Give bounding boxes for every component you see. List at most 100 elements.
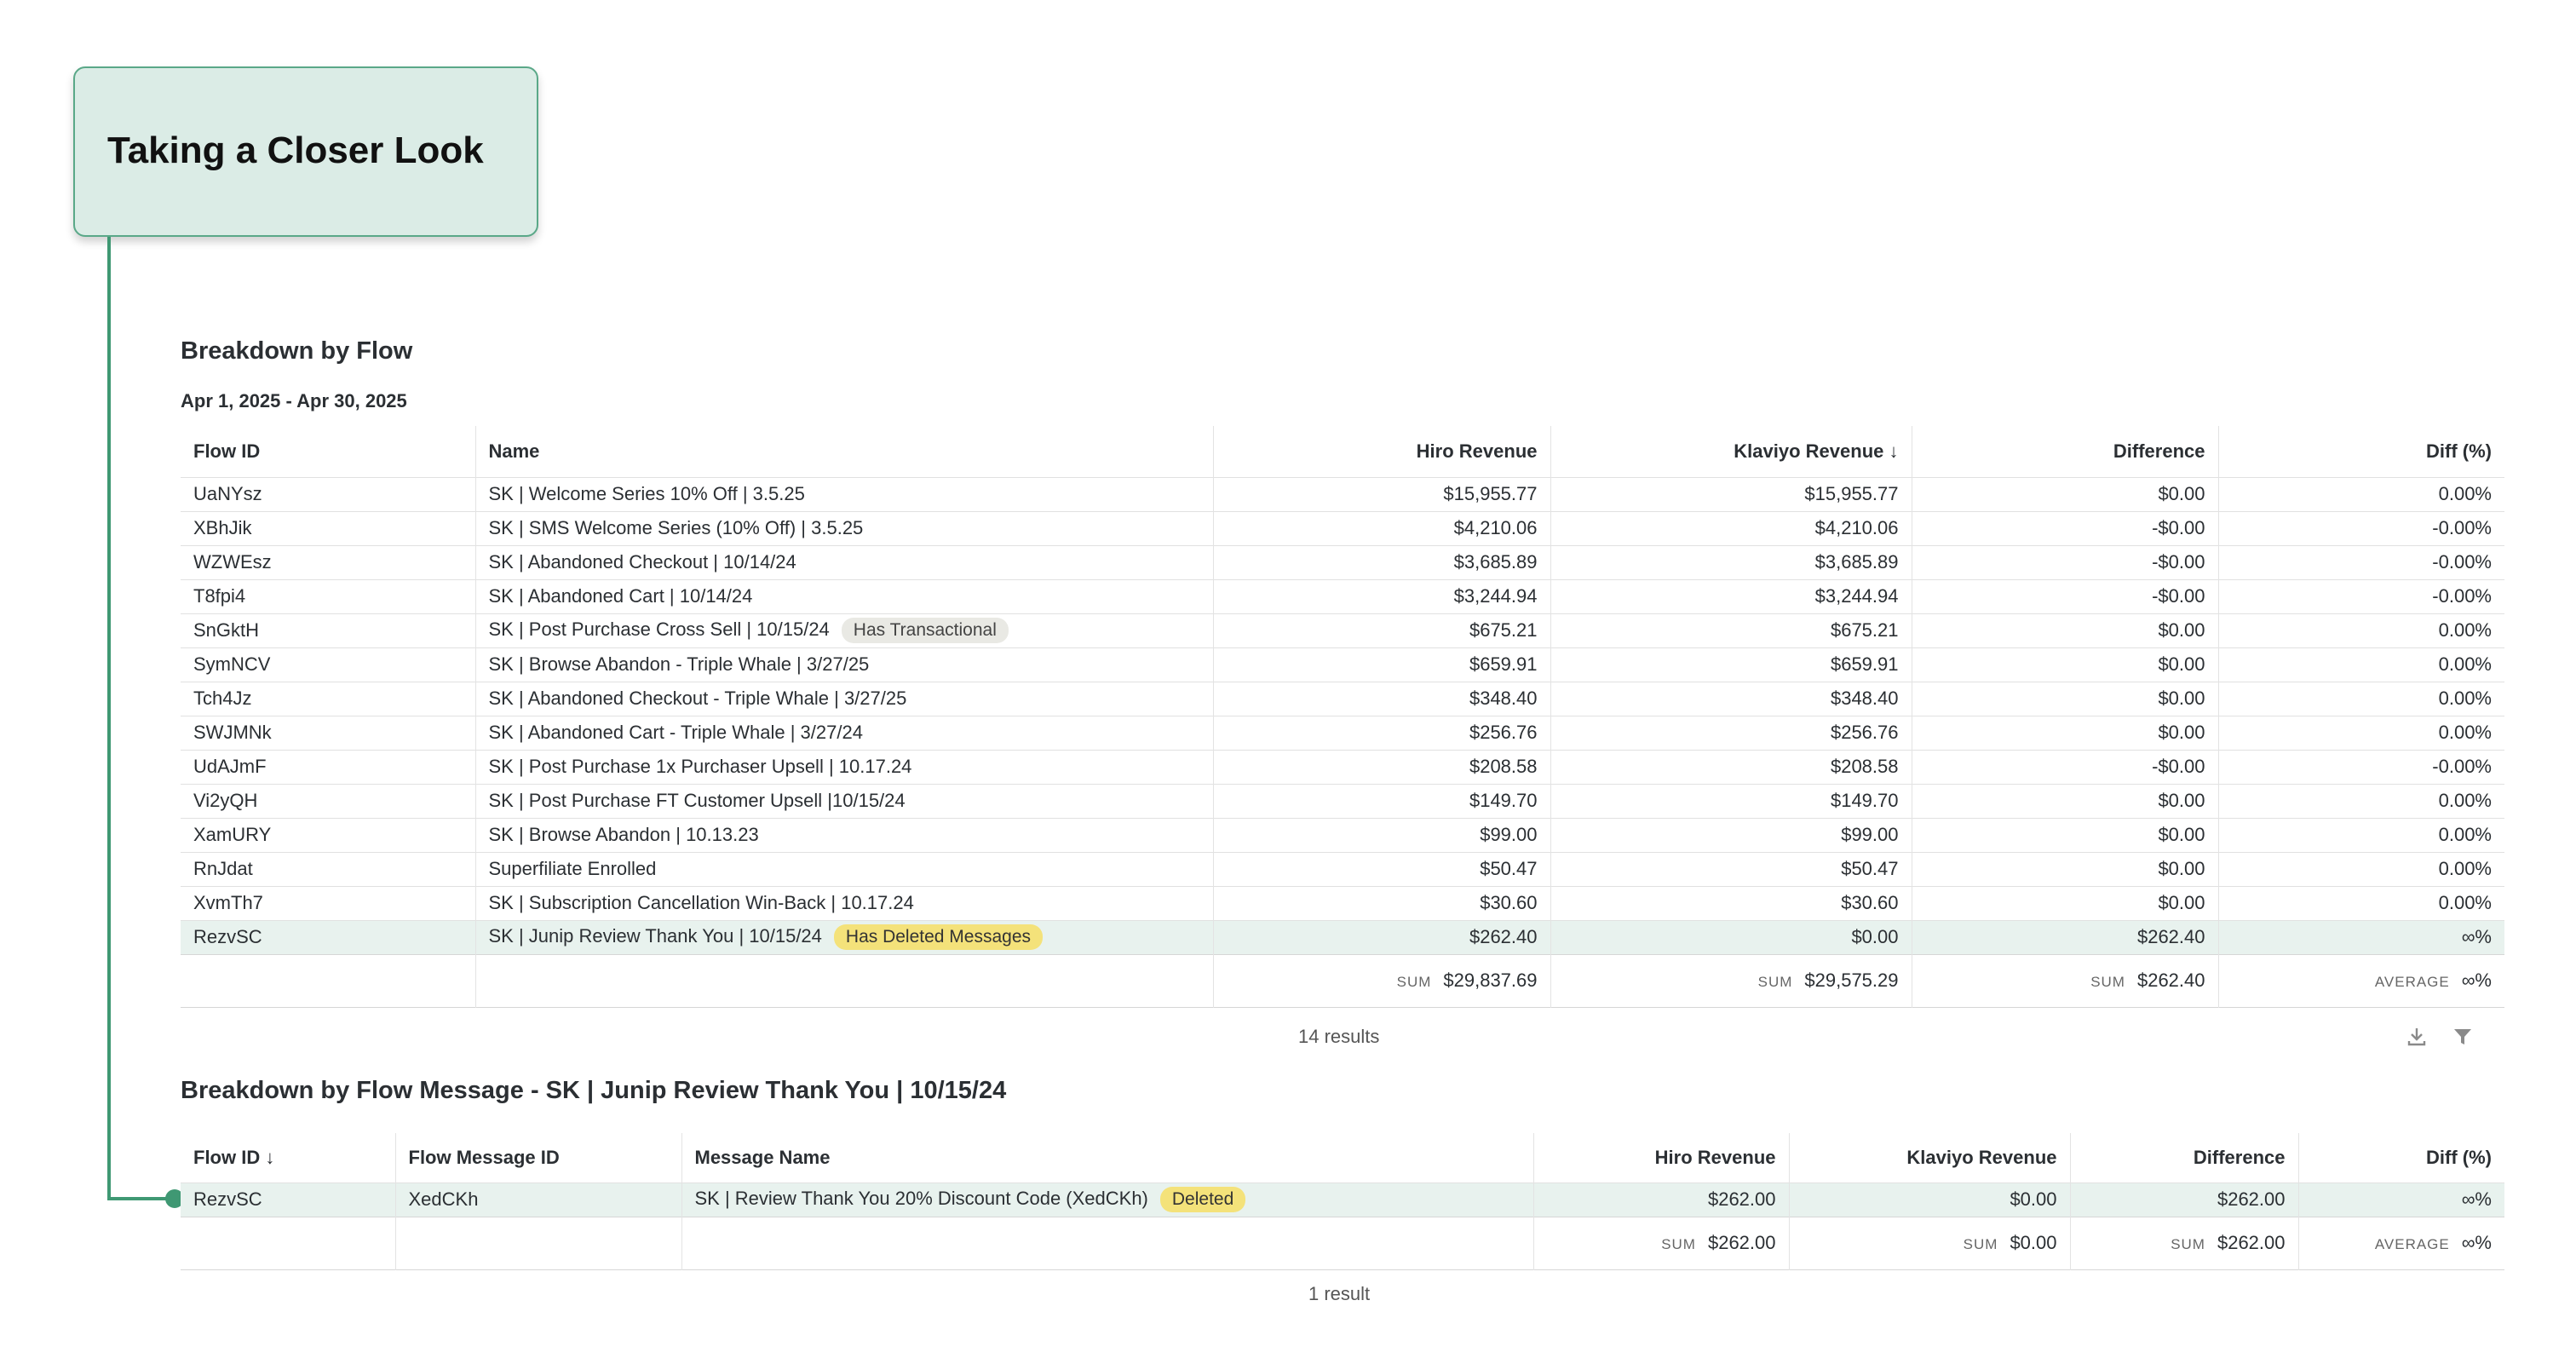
cell-klaviyo-revenue: $348.40 [1550,682,1912,716]
flow-breakdown-table: Flow ID Name Hiro Revenue Klaviyo Revenu… [181,426,2504,1008]
col-header-name[interactable]: Name [474,426,1213,477]
table-row[interactable]: XBhJik SK | SMS Welcome Series (10% Off) … [181,511,2504,545]
cell-diff-pct: 0.00% [2217,818,2504,852]
col-header-flow-id-label: Flow ID [193,1146,261,1168]
cell-flow-id: T8fpi4 [193,585,246,607]
col-header-diff-pct[interactable]: Diff (%) [2217,426,2504,477]
cell-diff-pct: ∞% [2217,920,2504,954]
table-row[interactable]: SymNCV SK | Browse Abandon - Triple Whale… [181,647,2504,682]
col-header-diff-pct[interactable]: Diff (%) [2297,1133,2504,1182]
cell-klaviyo-revenue: $3,244.94 [1550,579,1912,613]
cell-flow-id: XamURY [193,824,272,845]
connector-line-horizontal [107,1197,174,1200]
cell-hiro-revenue: $15,955.77 [1212,477,1550,511]
filter-icon[interactable] [2448,1022,2477,1051]
cell-name: SK | Post Purchase FT Customer Upsell |1… [474,784,1213,818]
message-breakdown-table: Flow ID ↓ Flow Message ID Message Name H… [181,1133,2504,1270]
cell-difference: $0.00 [1911,784,2218,818]
cell-difference: $262.00 [2069,1182,2298,1217]
cell-difference: $262.40 [1911,920,2218,954]
summary-diff-pct: AVERAGE ∞% [2297,1217,2504,1269]
cell-flow-id: SymNCV [193,653,271,675]
cell-name-text: SK | Abandoned Checkout - Triple Whale |… [488,688,907,709]
col-header-message-name[interactable]: Message Name [681,1133,1533,1182]
table-row[interactable]: RnJdat Superfiliate Enrolled $50.47 $50.47 $… [181,852,2504,886]
cell-name: SK | Abandoned Checkout | 10/14/24 [474,545,1213,579]
table-row[interactable]: SnGktH SK | Post Purchase Cross Sell | 10… [181,613,2504,647]
col-header-klaviyo-revenue[interactable]: Klaviyo Revenue ↓ [1550,426,1912,477]
cell-name-text: SK | Abandoned Cart - Triple Whale | 3/2… [488,722,863,743]
col-header-difference[interactable]: Difference [2069,1133,2298,1182]
agg-label: SUM [1757,974,1793,990]
cell-hiro-revenue: $99.00 [1212,818,1550,852]
cell-klaviyo-revenue: $659.91 [1550,647,1912,682]
table-row[interactable]: SWJMNk SK | Abandoned Cart - Triple Whale… [181,716,2504,750]
cell-diff-pct: ∞% [2297,1182,2504,1217]
agg-value: $0.00 [2010,1232,2057,1253]
cell-difference: $0.00 [1911,613,2218,647]
agg-value: ∞% [2461,970,2492,991]
cell-klaviyo-revenue: $0.00 [1788,1182,2070,1217]
summary-difference: SUM $262.40 [1911,954,2218,1007]
cell-hiro-revenue: $30.60 [1212,886,1550,920]
cell-hiro-revenue: $3,244.94 [1212,579,1550,613]
table-row[interactable]: RezvSC XedCKh SK | Review Thank You 20% Di… [181,1182,2504,1217]
cell-diff-pct: 0.00% [2217,886,2504,920]
summary-empty [181,954,475,1007]
col-header-flow-id[interactable]: Flow ID ↓ [181,1133,395,1182]
col-header-hiro-revenue[interactable]: Hiro Revenue [1212,426,1550,477]
col-header-klaviyo-revenue[interactable]: Klaviyo Revenue [1788,1133,2070,1182]
callout-title: Taking a Closer Look [107,129,484,171]
cell-diff-pct: -0.00% [2217,579,2504,613]
cell-klaviyo-revenue: $15,955.77 [1550,477,1912,511]
col-header-flow-id[interactable]: Flow ID [181,426,475,477]
download-icon[interactable] [2402,1022,2431,1051]
table-row[interactable]: RezvSC SK | Junip Review Thank You | 10/1… [181,920,2504,954]
table-row[interactable]: XvmTh7 SK | Subscription Cancellation Win… [181,886,2504,920]
sort-arrow-icon: ↓ [265,1146,275,1168]
cell-name: Superfiliate Enrolled [474,852,1213,886]
cell-name-text: SK | Post Purchase Cross Sell | 10/15/24 [488,619,830,640]
cell-klaviyo-revenue: $0.00 [1550,920,1912,954]
table-row[interactable]: XamURY SK | Browse Abandon | 10.13.23 $99.… [181,818,2504,852]
cell-diff-pct: 0.00% [2217,613,2504,647]
table-row[interactable]: T8fpi4 SK | Abandoned Cart | 10/14/24 $3,2… [181,579,2504,613]
cell-name-text: SK | Post Purchase 1x Purchaser Upsell |… [488,756,912,777]
cell-hiro-revenue: $262.00 [1532,1182,1789,1217]
cell-name: SK | Abandoned Checkout - Triple Whale |… [474,682,1213,716]
col-header-flow-message-id[interactable]: Flow Message ID [394,1133,681,1182]
cell-klaviyo-revenue: $4,210.06 [1550,511,1912,545]
agg-label: SUM [2090,974,2125,990]
summary-row: SUM $262.00 SUM $0.00 SUM $262.00 AVERAGE ∞% [181,1217,2504,1269]
agg-value: $262.00 [2217,1232,2286,1253]
cell-flow-id: Tch4Jz [193,688,252,709]
table-row[interactable]: UaNYsz SK | Welcome Series 10% Off | 3.5.… [181,477,2504,511]
cell-name: SK | SMS Welcome Series (10% Off) | 3.5.… [474,511,1213,545]
cell-name-text: SK | Review Thank You 20% Discount Code … [694,1188,1148,1209]
cell-name-text: SK | Subscription Cancellation Win-Back … [488,892,914,913]
table-row[interactable]: WZWEsz SK | Abandoned Checkout | 10/14/24… [181,545,2504,579]
agg-label: SUM [1963,1236,1998,1252]
cell-difference: $0.00 [1911,477,2218,511]
cell-difference: $0.00 [1911,886,2218,920]
cell-flow-id: XBhJik [193,517,252,538]
col-header-hiro-revenue[interactable]: Hiro Revenue [1532,1133,1789,1182]
cell-name: SK | Post Purchase 1x Purchaser Upsell |… [474,750,1213,784]
summary-klaviyo: SUM $0.00 [1788,1217,2070,1269]
cell-name-text: SK | Junip Review Thank You | 10/15/24 [488,925,822,947]
cell-hiro-revenue: $256.76 [1212,716,1550,750]
table-row[interactable]: UdAJmF SK | Post Purchase 1x Purchaser Up… [181,750,2504,784]
cell-hiro-revenue: $675.21 [1212,613,1550,647]
cell-difference: $0.00 [1911,716,2218,750]
table-row[interactable]: Vi2yQH SK | Post Purchase FT Customer Ups… [181,784,2504,818]
status-badge: Has Deleted Messages [833,924,1044,950]
cell-diff-pct: 0.00% [2217,784,2504,818]
cell-flow-id: RezvSC [193,926,262,947]
cell-diff-pct: -0.00% [2217,511,2504,545]
cell-name-text: SK | SMS Welcome Series (10% Off) | 3.5.… [488,517,864,538]
cell-flow-id: UdAJmF [193,756,267,777]
cell-flow-id: RnJdat [193,858,253,879]
table-row[interactable]: Tch4Jz SK | Abandoned Checkout - Triple W… [181,682,2504,716]
cell-klaviyo-revenue: $50.47 [1550,852,1912,886]
col-header-difference[interactable]: Difference [1911,426,2218,477]
